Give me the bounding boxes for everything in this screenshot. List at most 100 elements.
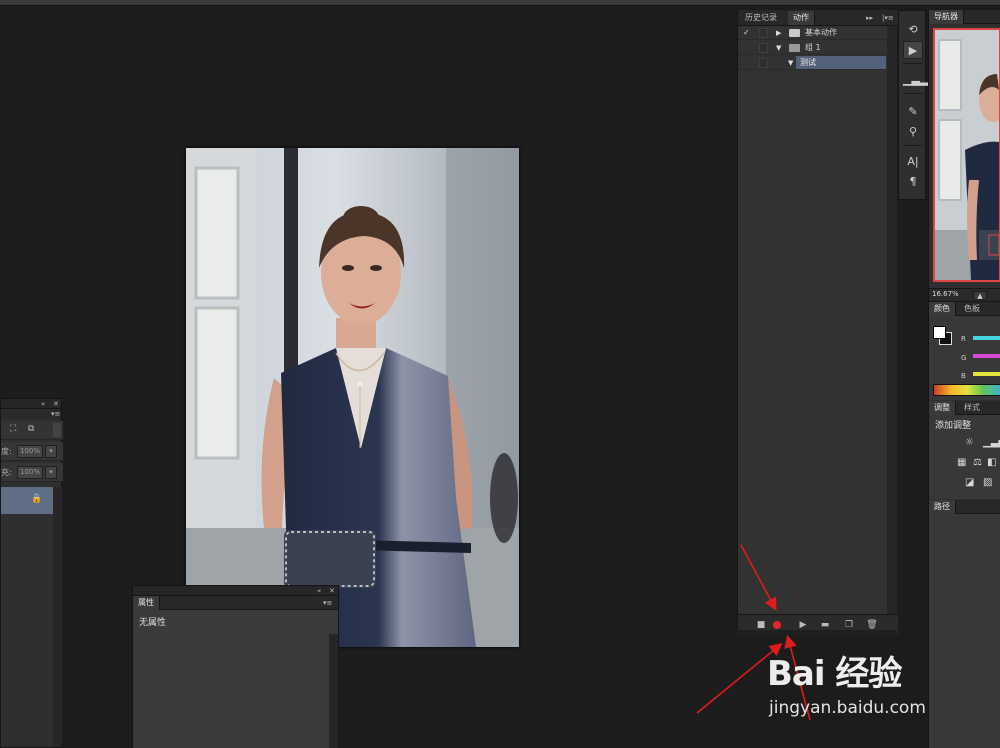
action-set-label: 组 1	[805, 43, 821, 52]
properties-panel-header[interactable]: « ✕	[133, 586, 338, 596]
expanded-triangle-icon[interactable]: ▼	[788, 57, 793, 69]
history-brush-icon[interactable]: ⟲	[903, 21, 923, 39]
color-panel-body: R G B	[929, 316, 1000, 400]
navigator-zoom-row: 16.67% ▲	[929, 288, 1000, 302]
zoom-level[interactable]: 16.67%	[932, 290, 959, 298]
actions-tabbar: 历史记录 动作 ▸▸ |▾≡	[738, 10, 898, 26]
action-set-group1[interactable]: ▼ 组 1	[738, 41, 888, 55]
brush-icon[interactable]: ✎	[903, 103, 923, 121]
toggle-check-icon[interactable]: ✓	[743, 28, 753, 38]
collapsed-triangle-icon[interactable]: ▶	[776, 27, 781, 39]
navigator-thumbnail	[935, 30, 999, 280]
paragraph-icon[interactable]: ¶	[903, 173, 923, 191]
divider	[903, 93, 923, 94]
layer-row-selected[interactable]: 🔒	[1, 487, 53, 514]
divider	[903, 145, 923, 146]
channel-r-slider[interactable]	[973, 336, 1000, 340]
tab-styles[interactable]: 样式	[959, 401, 985, 415]
action-set-basic[interactable]: ✓ ▶ 基本动作	[738, 26, 888, 40]
action-test[interactable]: ▼ 测试	[738, 56, 888, 70]
adjustments-tabbar: 调整 样式	[929, 401, 1000, 415]
collapse-icon[interactable]: «	[41, 399, 45, 409]
actions-scrollbar[interactable]	[887, 26, 897, 616]
navigator-preview[interactable]	[933, 28, 1000, 282]
selective-color-icon[interactable]: ▨	[983, 477, 992, 488]
properties-tabbar: 属性 ▾≡	[133, 596, 338, 610]
transform-icon[interactable]: ⛶	[10, 424, 16, 434]
actions-panel: 历史记录 动作 ▸▸ |▾≡ ✓ ▶ 基本动作 ▼ 组 1 ▼ 测试 ■ ▶ ▬…	[737, 10, 898, 636]
close-icon[interactable]: ✕	[329, 586, 335, 596]
baidu-watermark: Bai 经验 jingyan.baidu.com	[767, 640, 957, 730]
zoom-out-icon[interactable]: ▲	[973, 291, 987, 300]
fill-field[interactable]: 100%	[17, 466, 43, 479]
tab-color[interactable]: 颜色	[929, 302, 956, 316]
panel-icon-strip: ⟲ ▶ ▁▃▂ ✎ ⚲ A| ¶	[898, 10, 928, 200]
tab-swatches[interactable]: 色板	[959, 302, 985, 316]
tab-actions[interactable]: 动作	[788, 11, 815, 25]
close-icon[interactable]: ✕	[53, 399, 59, 409]
layer-scroll-thumb[interactable]	[53, 423, 61, 437]
collapse-icon[interactable]: «	[317, 586, 321, 596]
panel-menu-icon[interactable]: |▾≡	[882, 13, 894, 23]
expand-icon[interactable]: ▸▸	[866, 13, 873, 23]
dialog-toggle[interactable]	[759, 43, 768, 53]
photo-image	[186, 148, 519, 647]
layers-panel-header[interactable]: « ✕	[1, 399, 61, 409]
opacity-field[interactable]: 100%	[17, 445, 43, 458]
open-folder-icon	[789, 44, 800, 52]
fill-row: 充: 100% ▾	[1, 463, 63, 482]
levels-icon[interactable]: ▁▃▅	[983, 437, 1000, 448]
panel-menu-icon[interactable]: ▾≡	[323, 598, 332, 608]
brush-preset-icon[interactable]: ⚲	[903, 123, 923, 141]
folder-icon	[789, 29, 800, 37]
channel-g-label: G	[961, 354, 967, 362]
dialog-toggle[interactable]	[759, 28, 768, 38]
channel-g-slider[interactable]	[973, 354, 1000, 358]
properties-panel: « ✕ 属性 ▾≡ 无属性	[132, 585, 339, 748]
panel-menu-icon[interactable]: ▾≡	[51, 409, 60, 419]
right-panel-column: 导航器 16.67% ▲ 颜色 色板 R G B 调整 样式 添加调整 ☼ ▁▃…	[928, 10, 1000, 748]
add-adjustment-label: 添加调整	[935, 421, 972, 431]
layers-panel-tabbar: ▾≡	[1, 409, 61, 419]
color-balance-icon[interactable]: ⚖	[973, 457, 982, 468]
action-set-label: 基本动作	[805, 28, 837, 37]
watermark-brand: Bai 经验	[767, 654, 902, 694]
link-icon[interactable]: ⧉	[28, 424, 34, 434]
fill-dropdown[interactable]: ▾	[45, 466, 57, 479]
watermark-url: jingyan.baidu.com	[769, 698, 926, 718]
properties-scrollbar[interactable]	[329, 634, 338, 748]
document-photo[interactable]	[186, 148, 519, 647]
tab-navigator[interactable]: 导航器	[929, 10, 964, 24]
record-icon	[773, 621, 781, 629]
opacity-dropdown[interactable]: ▾	[45, 445, 57, 458]
channel-b-slider[interactable]	[973, 372, 1000, 376]
color-tabbar: 颜色 色板	[929, 302, 1000, 316]
properties-body: 无属性	[133, 610, 338, 748]
paths-tabbar: 路径	[929, 500, 1000, 514]
tab-properties[interactable]: 属性	[133, 596, 160, 610]
character-icon[interactable]: A|	[903, 153, 923, 171]
tab-history[interactable]: 历史记录	[740, 11, 782, 25]
histogram-icon[interactable]: ▁▃▂	[903, 71, 928, 89]
channel-b-label: B	[961, 372, 966, 380]
tab-paths[interactable]: 路径	[929, 500, 956, 514]
gradient-map-icon[interactable]: ◪	[965, 477, 974, 488]
layers-panel: « ✕ ▾≡ ⛶ ⧉ 度: 100% ▾ 充: 100% ▾ 🔒	[0, 398, 63, 748]
hue-saturation-icon[interactable]: ▦	[957, 457, 966, 468]
expanded-triangle-icon[interactable]: ▼	[776, 42, 781, 54]
layers-scrollbar[interactable]	[53, 487, 62, 747]
actions-resize-bar[interactable]	[737, 630, 897, 636]
tab-adjustments[interactable]: 调整	[929, 401, 956, 415]
no-properties-text: 无属性	[139, 618, 167, 628]
fill-label: 充:	[1, 468, 12, 477]
foreground-color-swatch[interactable]	[933, 326, 946, 339]
black-white-icon[interactable]: ◧	[987, 457, 996, 468]
lock-icon: 🔒	[31, 494, 43, 504]
play-actions-icon[interactable]: ▶	[903, 41, 923, 59]
adjustments-body: 添加调整 ☼ ▁▃▅ ▦ ⚖ ◧ ◪ ▨	[929, 415, 1000, 499]
divider	[903, 63, 923, 64]
color-spectrum-bar[interactable]	[933, 384, 1000, 396]
layer-filter-row: ⛶ ⧉	[1, 421, 63, 440]
dialog-toggle[interactable]	[759, 58, 768, 68]
brightness-icon[interactable]: ☼	[965, 437, 974, 448]
